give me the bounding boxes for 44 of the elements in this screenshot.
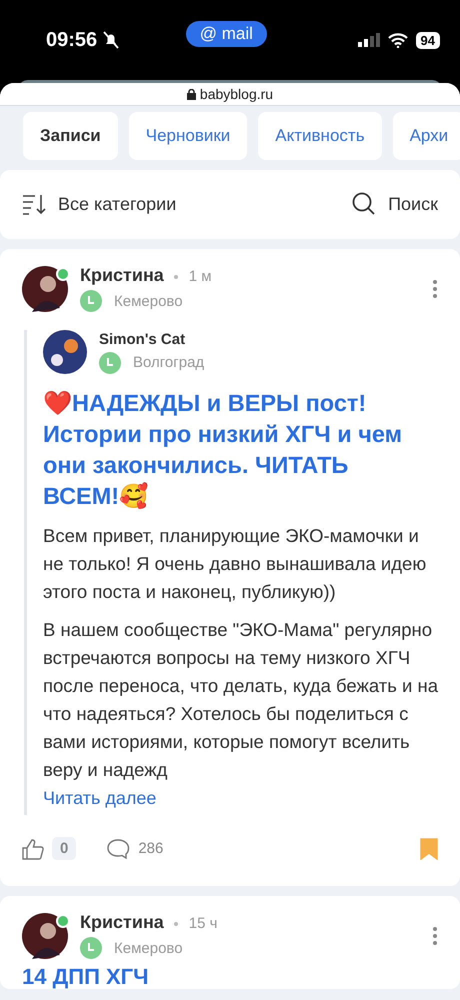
comment-icon[interactable] bbox=[106, 838, 130, 860]
more-icon[interactable] bbox=[432, 926, 438, 946]
like-count: 0 bbox=[52, 837, 76, 860]
bell-off-icon bbox=[103, 31, 120, 49]
avatar[interactable] bbox=[22, 912, 68, 958]
separator-dot bbox=[174, 274, 178, 279]
signal-icon bbox=[358, 33, 380, 47]
separator-dot bbox=[174, 922, 178, 926]
category-filter[interactable]: Все категории bbox=[58, 194, 340, 214]
post-time: 15 ч bbox=[188, 915, 218, 932]
repost-city: Волгоград bbox=[133, 354, 204, 371]
tab[interactable]: Архи bbox=[392, 112, 460, 160]
author-city: Кемерово bbox=[114, 940, 183, 956]
more-icon[interactable] bbox=[432, 278, 438, 298]
post-paragraph: В нашем сообществе "ЭКО-Мама" регулярно встречаются вопросы на тему низкого ХГЧ после переноса, что делать, куда бежать и на что надеяться? Хотелось бы поделиться с вами историями, которые помогут вселить веру и надежд bbox=[43, 618, 438, 782]
post-paragraph: Всем привет, планирующие ЭКО-мамочки и не только! Я очень давно вынашивала идею этого поста и наконец, публикую)) bbox=[43, 524, 428, 604]
author-city: Кемерово bbox=[114, 292, 183, 310]
lock-icon bbox=[186, 88, 196, 100]
app-pill[interactable]: @ mail bbox=[186, 21, 267, 47]
comment-count: 286 bbox=[138, 840, 164, 857]
url-text: babyblog.ru bbox=[200, 86, 274, 102]
search-label[interactable]: Поиск bbox=[388, 194, 438, 214]
clock-icon bbox=[80, 937, 102, 959]
status-time: 09:56 bbox=[46, 28, 98, 52]
sort-icon[interactable] bbox=[22, 193, 46, 215]
clock-icon bbox=[80, 290, 102, 312]
post-title[interactable]: ❤НАДЕЖДЫ и ВЕРЫ пост! Истории про низкий ХГЧ и чем они закончились. ЧИТАТЬ ВСЕМ!🥰 bbox=[43, 388, 418, 512]
author-name[interactable]: Кристина bbox=[80, 265, 164, 285]
post-title[interactable]: 14 ДПП ХГЧ bbox=[0, 959, 460, 989]
clock-icon bbox=[99, 352, 121, 374]
post-time: 1 м bbox=[188, 268, 212, 285]
repost-author[interactable]: Simon's Cat bbox=[99, 330, 438, 348]
tab[interactable]: Записи bbox=[23, 112, 118, 160]
address-bar[interactable]: babyblog.ru bbox=[0, 83, 460, 106]
battery-level: 94 bbox=[416, 32, 440, 48]
wifi-icon bbox=[388, 32, 408, 48]
avatar[interactable] bbox=[43, 330, 87, 374]
tab[interactable]: Активность bbox=[258, 112, 382, 160]
avatar[interactable] bbox=[22, 266, 68, 312]
thumbs-up-icon[interactable] bbox=[22, 838, 44, 860]
tab[interactable]: Черновики bbox=[128, 112, 248, 160]
read-more-link[interactable]: Читать далее bbox=[43, 788, 438, 815]
author-name[interactable]: Кристина bbox=[80, 912, 164, 932]
search-icon[interactable] bbox=[352, 192, 376, 216]
